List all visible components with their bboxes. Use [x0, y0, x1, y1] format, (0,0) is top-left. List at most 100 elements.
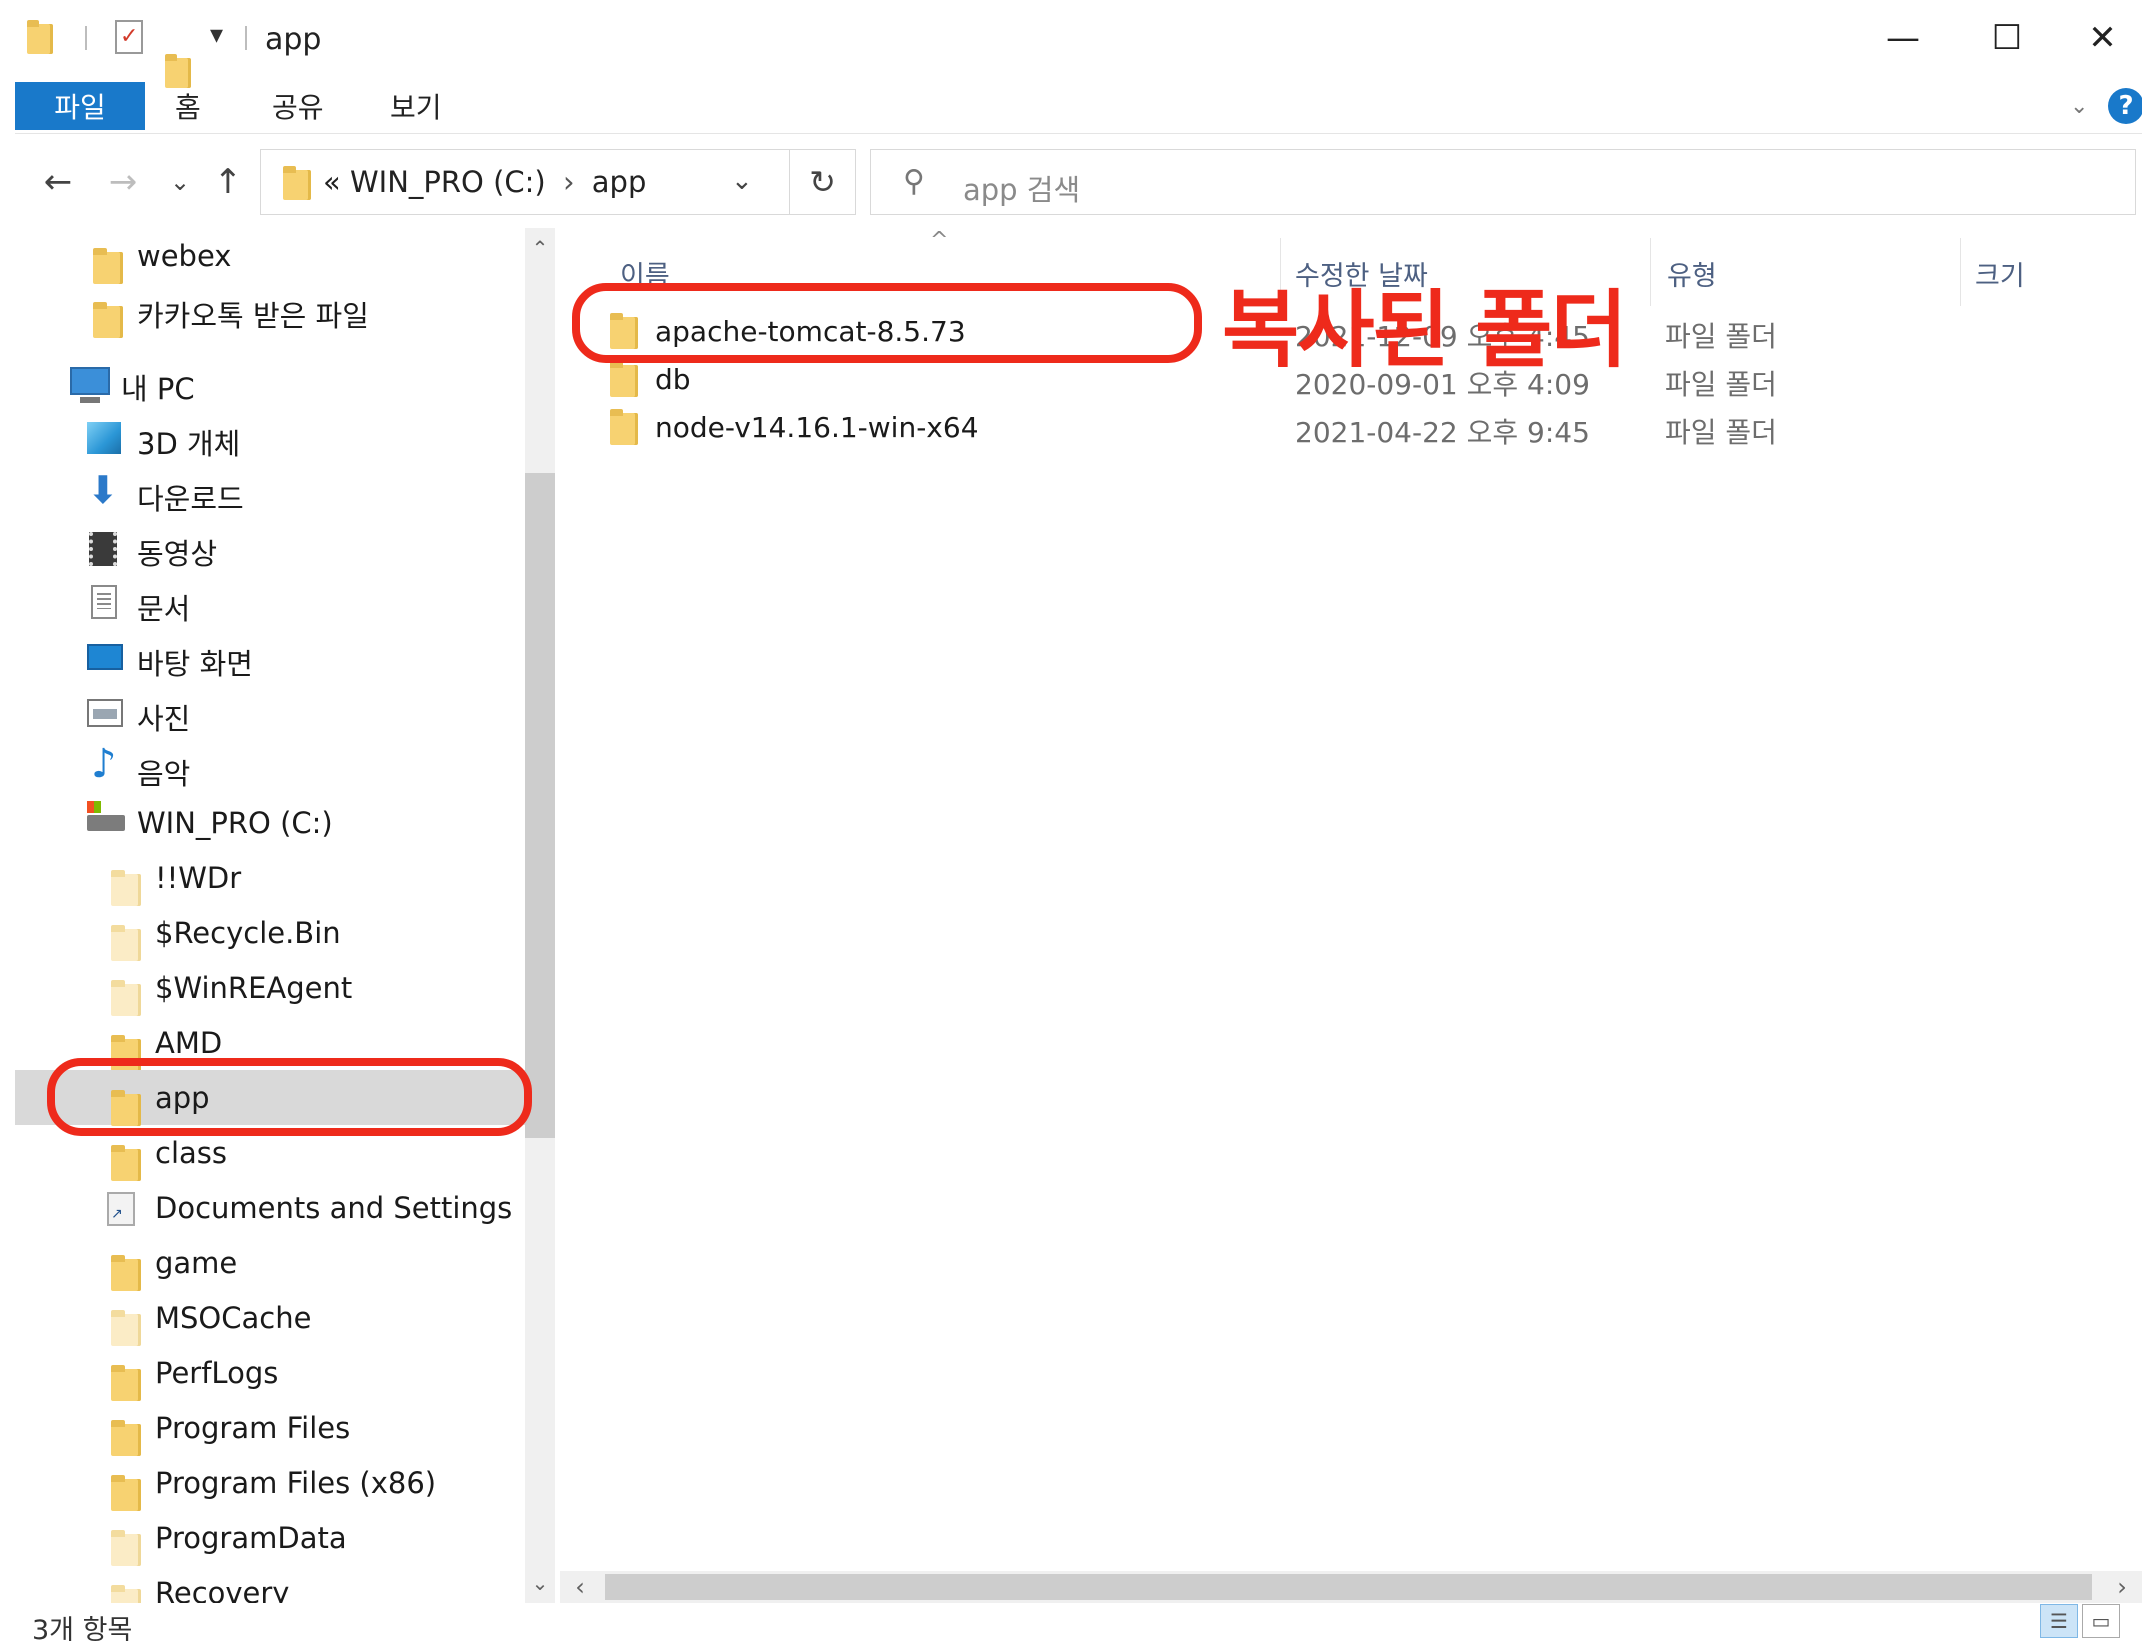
sort-ascending-icon: ^	[930, 228, 949, 253]
folder-icon	[111, 1254, 141, 1291]
sidebar-item-webex[interactable]: webex	[15, 228, 525, 284]
sidebar-item-desktop[interactable]: 바탕 화면	[15, 630, 525, 685]
scrollbar-thumb[interactable]	[605, 1574, 2092, 1600]
desktop-icon	[87, 644, 123, 670]
sidebar-scrollbar[interactable]: ⌃ ⌄	[525, 228, 555, 1603]
address-dropdown-icon[interactable]: ⌄	[731, 166, 753, 196]
breadcrumb-overflow[interactable]: «	[323, 165, 341, 199]
folder-icon	[111, 1309, 141, 1346]
column-divider[interactable]	[1960, 238, 1961, 306]
folder-icon	[111, 869, 141, 906]
video-icon	[89, 532, 117, 566]
sidebar-item-game[interactable]: game	[15, 1235, 525, 1291]
sidebar-item-documents-and-settings[interactable]: Documents and Settings	[15, 1180, 525, 1235]
horizontal-scrollbar[interactable]: ‹ ›	[560, 1571, 2142, 1603]
close-button[interactable]: ✕	[2063, 10, 2142, 65]
breadcrumb-current[interactable]: app	[592, 165, 647, 199]
sidebar-item-msocache[interactable]: MSOCache	[15, 1290, 525, 1346]
pictures-icon	[87, 699, 123, 727]
window-title: app	[265, 22, 322, 57]
details-view-button[interactable]: ☰	[2040, 1604, 2078, 1638]
sidebar-item-music[interactable]: ♪ 음악	[15, 740, 525, 795]
folder-icon	[283, 166, 311, 200]
folder-icon	[111, 979, 141, 1016]
title-bar: ✓ ▾ app — ☐ ✕	[15, 10, 2142, 88]
sidebar-item-winreagent[interactable]: $WinREAgent	[15, 960, 525, 1016]
annotation-highlight-oval	[572, 283, 1202, 363]
sidebar-item-programdata[interactable]: ProgramData	[15, 1510, 525, 1566]
separator	[85, 26, 87, 50]
column-header-type[interactable]: 유형	[1667, 248, 1717, 298]
sidebar-item-perflogs[interactable]: PerfLogs	[15, 1345, 525, 1401]
sidebar-item-recovery[interactable]: Recovery	[15, 1565, 525, 1603]
file-date: 2021-04-22 오후 9:45	[1295, 416, 1590, 449]
tab-view[interactable]: 보기	[390, 82, 442, 130]
scroll-down-icon[interactable]: ⌄	[525, 1563, 555, 1603]
scroll-left-icon[interactable]: ‹	[560, 1571, 600, 1603]
file-name: node-v14.16.1-win-x64	[655, 411, 979, 444]
column-header-size[interactable]: 크기	[1975, 248, 2025, 298]
sidebar-item-3d-objects[interactable]: 3D 개체	[15, 410, 525, 465]
annotation-label: 복사된 폴더	[1222, 281, 1628, 379]
breadcrumb-drive[interactable]: WIN_PRO (C:)	[350, 165, 546, 199]
address-bar[interactable]: « WIN_PRO (C:) › app ⌄	[260, 149, 790, 215]
search-icon: ⚲	[903, 164, 925, 199]
shortcut-icon	[107, 1192, 135, 1226]
file-type: 파일 폴더	[1665, 320, 1777, 353]
minimize-button[interactable]: —	[1855, 10, 1951, 65]
help-icon[interactable]: ?	[2108, 88, 2142, 124]
sidebar-item-recycle-bin[interactable]: $Recycle.Bin	[15, 905, 525, 961]
sidebar-item-kakaotalk[interactable]: 카카오톡 받은 파일	[15, 282, 525, 338]
breadcrumb-separator[interactable]: ›	[555, 165, 583, 199]
folder-icon	[111, 1144, 141, 1181]
properties-icon[interactable]: ✓	[115, 20, 143, 54]
music-icon: ♪	[91, 741, 117, 787]
file-name: db	[655, 363, 691, 396]
search-input[interactable]: ⚲ app 검색	[870, 149, 2136, 215]
file-explorer-window: ✓ ▾ app — ☐ ✕ 파일 홈 공유 보기 ⌄ ? ← → ⌄ ↑ « W…	[15, 10, 2142, 1641]
file-type: 파일 폴더	[1665, 368, 1777, 401]
status-item-count: 3개 항목	[32, 1615, 133, 1641]
sidebar-item-documents[interactable]: 문서	[15, 575, 525, 630]
folder-icon	[93, 301, 123, 338]
folder-icon	[111, 1474, 141, 1511]
annotation-highlight-oval	[47, 1058, 532, 1136]
sidebar-item-program-files[interactable]: Program Files	[15, 1400, 525, 1456]
sidebar-item-wdr[interactable]: !!WDr	[15, 850, 525, 906]
navigation-bar: ← → ⌄ ↑ « WIN_PRO (C:) › app ⌄ ↻ ⚲ app 검…	[15, 145, 2142, 220]
folder-icon	[111, 1419, 141, 1456]
customize-quick-access-icon[interactable]: ▾	[210, 20, 223, 50]
sidebar-item-program-files-x86[interactable]: Program Files (x86)	[15, 1455, 525, 1511]
forward-button[interactable]: →	[100, 159, 146, 205]
navigation-pane: webex 카카오톡 받은 파일 내 PC 3D 개체 ⬇ 다운로드 동영상 문…	[15, 228, 555, 1603]
scrollbar-thumb[interactable]	[525, 473, 555, 1138]
tab-file[interactable]: 파일	[15, 82, 145, 130]
folder-icon	[111, 1584, 141, 1603]
column-divider[interactable]	[1650, 238, 1651, 306]
scroll-up-icon[interactable]: ⌃	[525, 228, 555, 268]
maximize-button[interactable]: ☐	[1959, 10, 2055, 65]
up-button[interactable]: ↑	[205, 159, 251, 205]
folder-icon	[610, 409, 638, 445]
sidebar-item-videos[interactable]: 동영상	[15, 520, 525, 575]
folder-icon	[610, 361, 638, 397]
refresh-button[interactable]: ↻	[790, 149, 856, 215]
folder-icon	[111, 1364, 141, 1401]
separator	[245, 26, 247, 50]
sidebar-item-drive-c[interactable]: WIN_PRO (C:)	[15, 795, 525, 850]
search-placeholder: app 검색	[963, 173, 1081, 207]
pc-icon	[70, 367, 110, 403]
back-button[interactable]: ←	[35, 159, 81, 205]
folder-icon	[111, 1529, 141, 1566]
breadcrumb: « WIN_PRO (C:) › app	[323, 165, 646, 199]
tab-share[interactable]: 공유	[272, 82, 324, 130]
sidebar-item-pictures[interactable]: 사진	[15, 685, 525, 740]
expand-ribbon-icon[interactable]: ⌄	[2070, 94, 2088, 119]
sidebar-item-this-pc[interactable]: 내 PC	[15, 355, 525, 410]
table-row[interactable]: node-v14.16.1-win-x64 2021-04-22 오후 9:45…	[580, 403, 2080, 451]
sidebar-item-downloads[interactable]: ⬇ 다운로드	[15, 465, 525, 520]
scroll-right-icon[interactable]: ›	[2102, 1571, 2142, 1603]
recent-locations-button[interactable]: ⌄	[165, 159, 195, 205]
tab-home[interactable]: 홈	[175, 82, 201, 130]
large-icons-view-button[interactable]: ▭	[2082, 1604, 2120, 1638]
